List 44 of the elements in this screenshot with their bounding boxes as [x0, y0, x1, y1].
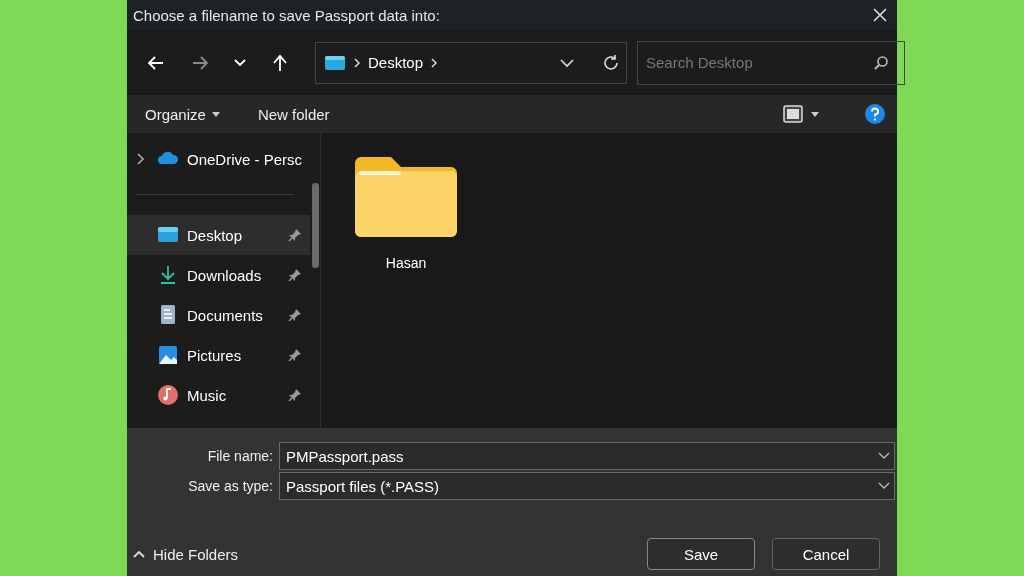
sidebar-item[interactable]: Downloads — [127, 255, 311, 295]
hide-folders-button[interactable]: Hide Folders — [133, 545, 239, 563]
help-button[interactable] — [865, 104, 885, 124]
sidebar-item[interactable]: Pictures — [127, 335, 311, 375]
file-name-field[interactable]: PMPassport.pass — [279, 442, 895, 470]
forward-arrow-icon — [191, 53, 209, 72]
chevron-down-icon — [878, 452, 890, 460]
search-field[interactable]: Search Desktop — [637, 40, 905, 85]
search-icon — [873, 54, 889, 71]
caret-icon — [211, 111, 220, 117]
caret-icon — [811, 111, 819, 117]
address-bar[interactable]: Desktop — [315, 41, 627, 84]
field-label: File name: — [206, 448, 273, 464]
back-arrow-icon — [147, 53, 165, 72]
new-folder-button[interactable]: New folder — [249, 101, 338, 127]
scrollbar-thumb[interactable] — [311, 183, 319, 268]
chevron-up-icon — [133, 550, 145, 558]
window-title: Choose a filename to save Passport data into: — [133, 6, 440, 24]
picture-icon — [157, 344, 179, 366]
folder-name[interactable]: Hasan — [385, 255, 427, 271]
chevron-down-icon — [878, 482, 890, 490]
sidebar-item[interactable]: OneDrive - Persc — [127, 139, 311, 179]
chevron-down-icon — [234, 59, 246, 66]
view-icon — [783, 105, 803, 123]
sidebar-item[interactable]: Music — [127, 375, 311, 415]
save-button[interactable]: Save — [647, 538, 755, 570]
help-icon — [865, 104, 885, 124]
breadcrumb[interactable]: Desktop — [368, 54, 424, 71]
refresh-icon — [602, 53, 620, 72]
folder-icon — [353, 155, 459, 239]
chevron-right-icon — [354, 57, 360, 68]
refresh-button[interactable] — [602, 53, 620, 72]
view-button[interactable] — [781, 103, 821, 125]
cancel-button[interactable]: Cancel — [772, 538, 880, 570]
music-icon — [157, 384, 179, 406]
close-icon — [873, 8, 887, 22]
organize-button[interactable]: Organize — [137, 101, 228, 127]
file-type-dropdown[interactable]: Passport files (*.PASS) — [279, 472, 895, 500]
field-label: Save as type: — [187, 478, 273, 494]
sidebar-item[interactable]: Desktop — [127, 215, 311, 255]
chevron-right-icon — [431, 57, 438, 68]
desktop-icon — [324, 53, 346, 72]
sidebar-item[interactable]: Documents — [127, 295, 311, 335]
up-arrow-icon — [271, 53, 289, 72]
